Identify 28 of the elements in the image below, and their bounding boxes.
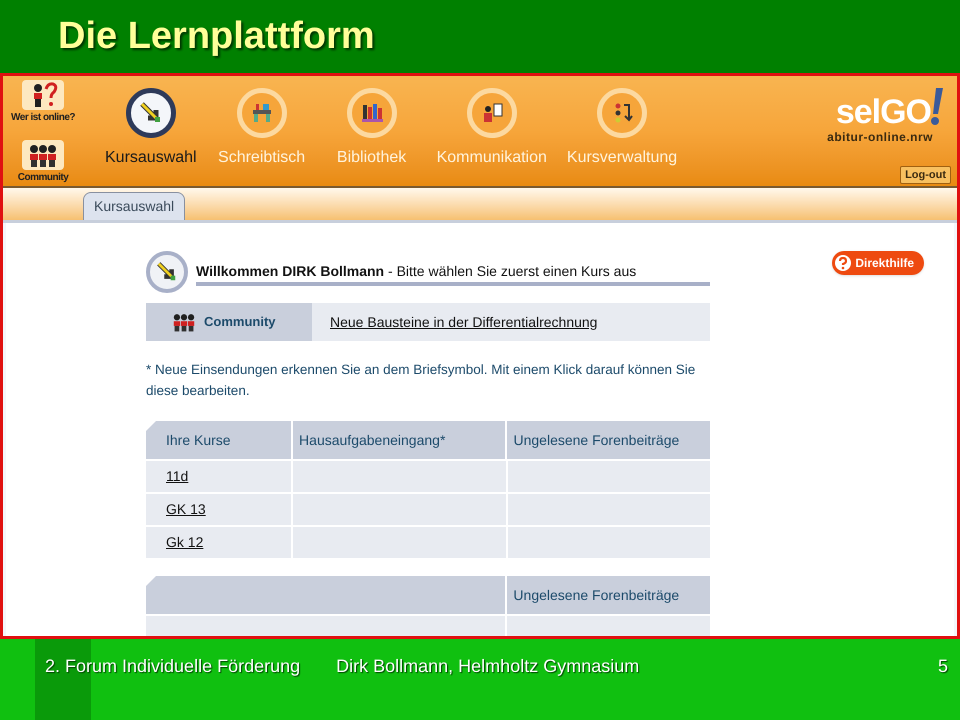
nav-item[interactable]: Kursauswahl (105, 88, 197, 170)
column-header: Hausaufgabeneingang* (293, 421, 506, 459)
tab[interactable]: Kursauswahl (83, 192, 186, 220)
exclamation-icon (931, 88, 943, 128)
course-link[interactable]: 11d (166, 466, 188, 487)
course-link[interactable]: Gk 12 (166, 532, 204, 553)
desk-icon (236, 88, 287, 138)
people-icon (22, 140, 64, 170)
community-label: Community (146, 303, 312, 341)
person-question-icon (22, 80, 64, 110)
slide-title: Die Lernplattform (58, 14, 375, 59)
footer-text: 2. Forum Individuelle Förderung (45, 655, 300, 678)
welcome-heading: Willkommen DIRK Bollmann - Bitte wählen Sie zuerst einen Kurs aus (196, 258, 710, 286)
logo: selGO abitur-online.nrw (827, 88, 943, 146)
column-header: Ungelesene Forenbeiträge (507, 576, 710, 614)
column-header: Ihre Kurse (146, 421, 292, 459)
quick-link[interactable]: Wer ist online? (11, 80, 75, 138)
logout-button[interactable]: Log-out (900, 166, 951, 184)
person-document-icon (466, 88, 517, 138)
column-header: Ungelesene Forenbeiträge (507, 421, 710, 459)
course-link[interactable]: GK 13 (166, 499, 206, 520)
footer-text: Dirk Bollmann, Helmholtz Gymnasium (336, 655, 640, 678)
note-text: * Neue Einsendungen erkennen Sie an dem Briefsymbol. Mit einem Klick darauf können Sie diese bearbeiten. (146, 361, 696, 400)
community-link[interactable]: Neue Bausteine in der Differentialrechnung (330, 312, 598, 332)
help-button[interactable]: Direkthilfe (832, 251, 924, 275)
question-icon (835, 255, 852, 271)
page-number: 5 (938, 655, 948, 678)
books-icon (346, 88, 397, 138)
